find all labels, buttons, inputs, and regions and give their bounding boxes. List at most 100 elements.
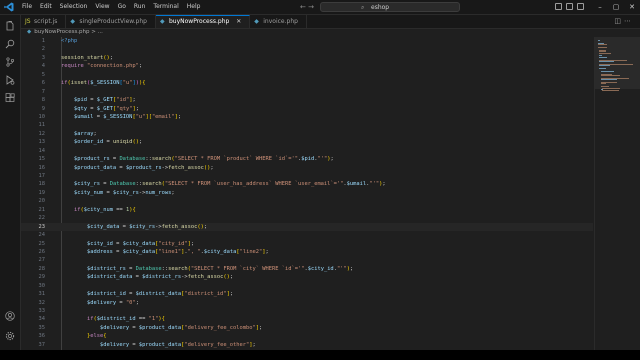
search-icon[interactable]	[5, 39, 15, 49]
workspace-name: eshop	[371, 4, 390, 11]
minimap-line	[599, 68, 607, 69]
code-line[interactable]: 26 $address = $city_data["line1"].", ".$…	[21, 248, 593, 256]
explorer-icon[interactable]	[5, 21, 15, 31]
code-text: $product_data = $product_rs->fetch_assoc…	[73, 164, 214, 171]
code-line[interactable]: 19 $city_num = $city_rs->num_rows;	[21, 189, 593, 197]
vscode-logo-icon	[4, 2, 14, 12]
code-line[interactable]: 34 if($district_id == "1"){	[21, 315, 593, 323]
code-line[interactable]: 15 $product_rs = Database::search("SELEC…	[21, 155, 593, 163]
breadcrumb-symbol[interactable]: ...	[98, 29, 103, 35]
code-line[interactable]: 31 $district_id = $district_data["distri…	[21, 290, 593, 298]
code-line[interactable]: 7	[21, 88, 593, 96]
settings-gear-icon[interactable]	[5, 331, 15, 341]
code-line[interactable]: 37 $delivery = $product_data["delivery_f…	[21, 341, 593, 349]
menu-terminal[interactable]: Terminal	[149, 0, 182, 14]
toggle-panel-icon[interactable]	[566, 3, 573, 10]
tab-invoice[interactable]: ◆ invoice.php	[250, 15, 307, 28]
code-line[interactable]: 5	[21, 71, 593, 79]
code-line[interactable]: 29 $district_data = $district_rs->fetch_…	[21, 273, 593, 281]
code-line[interactable]: 4 require "connection.php";	[21, 62, 593, 70]
extensions-icon[interactable]	[5, 93, 15, 103]
menu-view[interactable]: View	[91, 0, 113, 14]
code-line[interactable]: 21 if($city_num == 1){	[21, 206, 593, 214]
minimap-line	[598, 47, 608, 48]
code-line[interactable]: 8 $pid = $_GET["id"];	[21, 96, 593, 104]
php-file-icon: ◆	[254, 18, 259, 25]
account-icon[interactable]	[5, 311, 15, 321]
split-editor-icon[interactable]: ◫	[614, 17, 624, 25]
code-text: $qty = $_GET["qty"];	[73, 105, 139, 112]
maximize-icon[interactable]: ▢	[608, 0, 624, 14]
code-text: $city_id = $city_data["city_id"];	[86, 240, 195, 247]
letterbox-bar	[0, 350, 640, 360]
tab-single-product-view[interactable]: ◆ singleProductView.php	[66, 15, 156, 28]
line-number: 1	[41, 38, 45, 44]
code-line[interactable]: 25 $city_id = $city_data["city_id"];	[21, 240, 593, 248]
code-line[interactable]: 24	[21, 231, 593, 239]
code-line[interactable]: 32 $delivery = "0";	[21, 299, 593, 307]
minimap-line	[600, 75, 621, 76]
js-file-icon: JS	[25, 18, 31, 25]
tab-script-js[interactable]: JS script.js	[21, 15, 67, 28]
toggle-secondary-sidebar-icon[interactable]	[577, 3, 584, 10]
more-actions-icon[interactable]: ⋯	[624, 17, 634, 25]
line-number: 27	[38, 257, 46, 264]
menu-run[interactable]: Run	[130, 0, 150, 14]
source-control-icon[interactable]	[5, 57, 15, 67]
code-line[interactable]: 35 $delivery = $product_data["delivery_f…	[21, 324, 593, 332]
code-line[interactable]: 10 $umail = $_SESSION["u"]["email"];	[21, 113, 593, 121]
code-line[interactable]: 17	[21, 172, 593, 180]
back-arrow-icon[interactable]: ←	[300, 3, 306, 11]
code-editor[interactable]: 1 <?php 2 3 session_start(); 4 require "connec…	[21, 37, 593, 350]
code-text: $delivery = $product_data["delivery_fee_…	[99, 341, 256, 348]
minimize-icon[interactable]: –	[592, 0, 608, 14]
code-line[interactable]: 23 $city_data = $city_rs->fetch_assoc();	[21, 222, 593, 232]
menu-edit[interactable]: Edit	[36, 0, 56, 14]
code-line[interactable]: 16 $product_data = $product_rs->fetch_as…	[21, 164, 593, 172]
code-line[interactable]: 27	[21, 256, 593, 264]
line-number: 37	[38, 341, 46, 348]
menu-help[interactable]: Help	[183, 0, 205, 14]
close-tab-icon[interactable]: ✕	[236, 18, 241, 25]
breadcrumb-file[interactable]: buyNowProcess.php	[34, 29, 89, 35]
code-line[interactable]: 22	[21, 214, 593, 222]
menu-selection[interactable]: Selection	[56, 0, 92, 14]
code-line[interactable]: 2	[21, 45, 593, 53]
menu-file[interactable]: File	[18, 0, 36, 14]
code-line[interactable]: 12 $array;	[21, 130, 593, 138]
run-debug-icon[interactable]	[5, 75, 15, 85]
line-number: 23	[38, 223, 46, 230]
code-line[interactable]: 13 $order_id = uniqid();	[21, 138, 593, 146]
code-line[interactable]: 1 <?php	[21, 37, 593, 45]
code-line[interactable]: 3 session_start();	[21, 54, 593, 62]
command-center-search[interactable]: ⌕ eshop	[320, 2, 460, 12]
line-number: 6	[41, 80, 45, 87]
code-line[interactable]: 33	[21, 307, 593, 315]
tab-label: singleProductView.php	[79, 18, 147, 25]
code-line[interactable]: 6 if(isset($_SESSION["u"])){	[21, 79, 593, 87]
toggle-sidebar-icon[interactable]	[555, 3, 562, 10]
line-number: 13	[38, 139, 46, 146]
code-text: $district_rs = Database::search("SELECT …	[86, 265, 354, 272]
minimap-line	[602, 90, 619, 92]
menu-go[interactable]: Go	[114, 0, 130, 14]
line-number: 30	[38, 282, 46, 289]
search-icon: ⌕	[361, 4, 365, 11]
code-line[interactable]: 18 $city_rs = Database::search("SELECT *…	[21, 180, 593, 188]
line-number: 11	[38, 122, 46, 129]
minimap[interactable]	[594, 37, 640, 350]
code-line[interactable]: 36 }else{	[21, 332, 593, 340]
line-number: 8	[41, 97, 45, 104]
code-line[interactable]: 28 $district_rs = Database::search("SELE…	[21, 265, 593, 273]
close-icon[interactable]: ✕	[624, 0, 640, 14]
layout-controls	[555, 3, 584, 10]
tab-buy-now-process[interactable]: ◆ buyNowProcess.php ✕	[155, 15, 251, 28]
code-line[interactable]: 11	[21, 121, 593, 129]
line-number: 28	[38, 265, 46, 272]
code-line[interactable]: 14	[21, 147, 593, 155]
line-number: 17	[38, 173, 46, 179]
forward-arrow-icon[interactable]: →	[308, 3, 314, 11]
code-line[interactable]: 30	[21, 282, 593, 290]
code-line[interactable]: 9 $qty = $_GET["qty"];	[21, 105, 593, 113]
code-line[interactable]: 20	[21, 197, 593, 205]
